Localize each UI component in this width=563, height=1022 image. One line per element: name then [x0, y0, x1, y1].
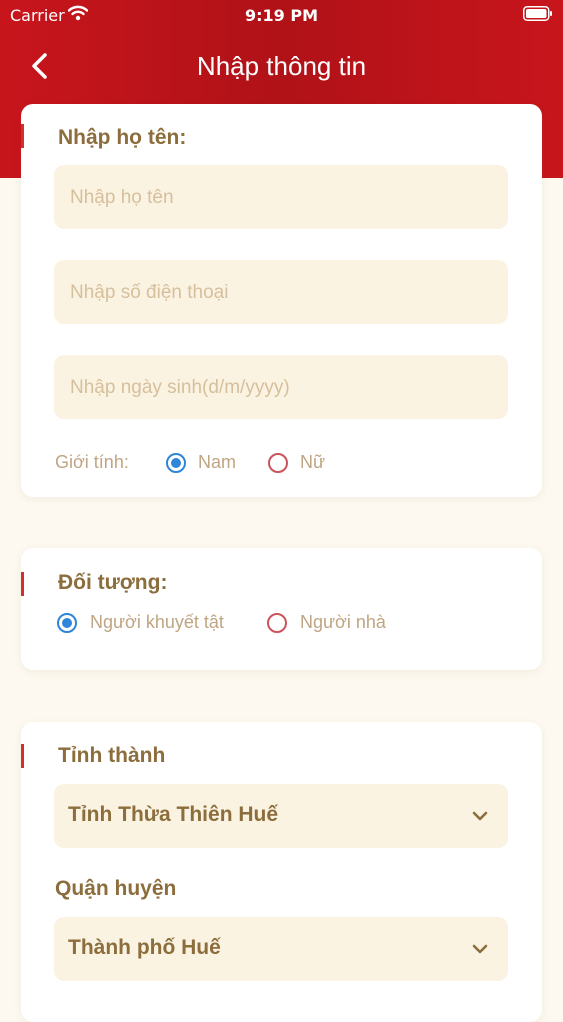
- province-section-title: Tỉnh thành: [58, 744, 166, 767]
- chevron-down-icon: [470, 939, 490, 959]
- phone-input[interactable]: [68, 260, 512, 326]
- section-accent: [21, 744, 24, 768]
- gender-option-label: Nam: [198, 452, 237, 472]
- target-group-card: Đối tượng: Người khuyết tật Người nhà: [21, 548, 542, 670]
- radio-selected-icon: [57, 613, 77, 633]
- section-accent: [21, 124, 24, 148]
- radio-unselected-icon: [268, 453, 288, 473]
- dob-field: [54, 355, 512, 421]
- target-option-label: Người nhà: [300, 612, 386, 632]
- target-option-label: Người khuyết tật: [90, 612, 224, 632]
- gender-option-label: Nữ: [300, 452, 326, 472]
- target-radio-disabled-person[interactable]: Người khuyết tật: [57, 612, 257, 639]
- radio-unselected-icon: [267, 613, 287, 633]
- gender-radio-female[interactable]: Nữ: [268, 452, 348, 479]
- name-field: [54, 165, 512, 231]
- clock: 9:19 PM: [244, 6, 318, 25]
- page-title: Nhập thông tin: [196, 51, 367, 81]
- province-select[interactable]: Tỉnh Thừa Thiên Huế: [54, 784, 508, 848]
- district-section-title: Quận huyện: [55, 877, 177, 900]
- phone-field: [54, 260, 512, 326]
- district-value: Thành phố Huế: [68, 936, 221, 959]
- gender-label: Giới tính:: [55, 452, 129, 472]
- battery-icon: [523, 6, 553, 21]
- gender-radio-male[interactable]: Nam: [166, 452, 266, 479]
- navigation-bar: Nhập thông tin: [0, 40, 563, 92]
- location-card: Tỉnh thành Tỉnh Thừa Thiên Huế Quận huyệ…: [21, 722, 542, 1022]
- province-value: Tỉnh Thừa Thiên Huế: [68, 803, 279, 826]
- chevron-down-icon: [470, 806, 490, 826]
- target-radio-family[interactable]: Người nhà: [267, 612, 407, 639]
- name-section-title: Nhập họ tên:: [58, 126, 187, 149]
- personal-info-card: Nhập họ tên: Giới tính: Nam Nữ: [21, 104, 542, 497]
- target-section-title: Đối tượng:: [58, 571, 168, 594]
- district-select[interactable]: Thành phố Huế: [54, 917, 508, 981]
- dob-input[interactable]: [68, 355, 512, 421]
- section-accent: [21, 572, 24, 596]
- status-bar: Carrier 9:19 PM: [0, 0, 563, 30]
- name-input[interactable]: [68, 165, 512, 231]
- radio-selected-icon: [166, 453, 186, 473]
